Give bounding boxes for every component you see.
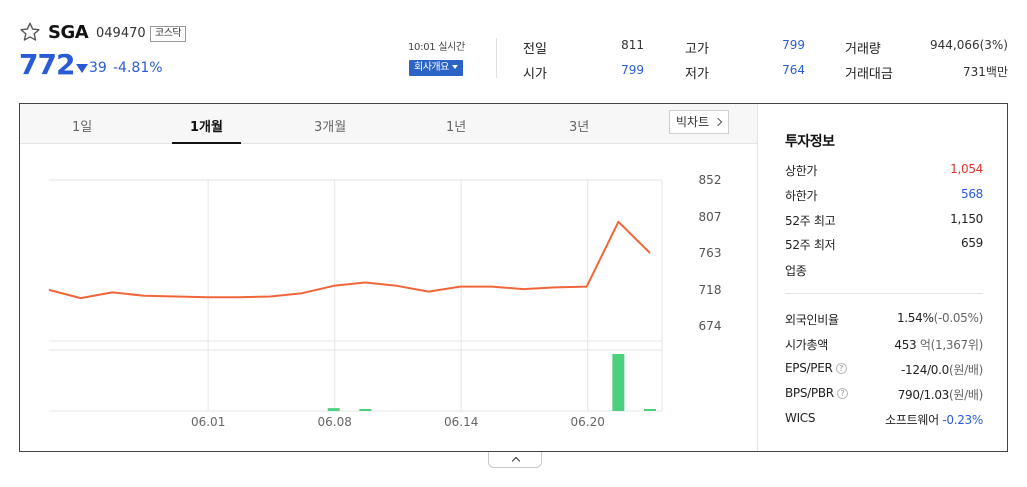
foreign-ratio-number: 1.54% xyxy=(896,311,934,325)
price-change-rate: -4.81% xyxy=(113,60,163,76)
foreign-ratio-change: (-0.05%) xyxy=(933,311,984,325)
market-cap-unit: 억 xyxy=(919,338,931,352)
question-icon[interactable]: ? xyxy=(835,363,847,374)
limit-down-value: 568 xyxy=(960,187,983,201)
market-cap-value: 453 억(1,367위) xyxy=(894,336,983,353)
market-cap-label: 시가총액 xyxy=(785,338,828,352)
wics-label: WICS xyxy=(785,411,816,425)
low-value: 764 xyxy=(782,63,805,77)
bps-pbr-number: 790/1.03 xyxy=(897,388,950,402)
low52-value: 659 xyxy=(960,236,983,250)
y-tick-label: 807 xyxy=(699,210,722,224)
market-cap-rank: (1,367위) xyxy=(930,338,984,352)
star-icon[interactable] xyxy=(19,21,41,43)
high-label: 고가 xyxy=(685,42,709,57)
big-chart-button[interactable]: 빅차트 xyxy=(669,110,729,134)
current-price: 772 xyxy=(19,48,75,81)
wics-change: -0.23% xyxy=(942,413,983,427)
collapse-toggle[interactable] xyxy=(488,452,542,468)
foreign-ratio-value: 1.54%(-0.05%) xyxy=(897,311,983,325)
bps-pbr-label-wrap: BPS/PBR? xyxy=(785,386,848,400)
divider xyxy=(785,293,983,294)
open-label: 시가 xyxy=(523,67,547,82)
wics-value[interactable]: 소프트웨어 -0.23% xyxy=(885,411,983,428)
high52-value: 1,150 xyxy=(950,212,983,226)
prev-close-label: 전일 xyxy=(523,42,547,57)
industry-label[interactable]: 업종 xyxy=(785,262,807,279)
x-tick-label: 06.08 xyxy=(318,415,352,429)
bps-pbr-label: BPS/PBR xyxy=(785,386,834,400)
trade-amount-label: 거래대금 xyxy=(845,67,893,82)
divider xyxy=(496,38,497,78)
x-tick-label: 06.01 xyxy=(191,415,225,429)
foreign-ratio-row: 외국인비율 1.54%(-0.05%) xyxy=(785,311,983,329)
tab-3year[interactable]: 3년 xyxy=(569,116,589,135)
volume-value: 944,066(3%) xyxy=(929,38,1008,52)
market-cap-number: 453 xyxy=(894,338,917,352)
eps-per-unit: (원/배) xyxy=(949,363,983,377)
tab-1year[interactable]: 1년 xyxy=(446,116,466,135)
high52-label: 52주 최고 xyxy=(785,214,836,228)
trade-amount-value: 731백만 xyxy=(963,65,1008,79)
price-change: 39 xyxy=(89,60,107,76)
stock-code: 049470 xyxy=(96,26,146,41)
market-cap-row: 시가총액 453 억(1,367위) xyxy=(785,336,983,354)
down-arrow-icon xyxy=(76,64,88,73)
x-tick-label: 06.20 xyxy=(571,415,605,429)
price-chart[interactable]: 06.01 06.08 06.14 06.20 852 807 763 718 674 xyxy=(20,144,757,451)
bps-pbr-row: BPS/PBR? 790/1.03(원/배) xyxy=(785,386,983,404)
y-tick-label: 852 xyxy=(699,173,722,187)
chevron-right-icon xyxy=(713,117,723,127)
high-value: 799 xyxy=(782,38,805,52)
prev-close-value: 811 xyxy=(621,38,644,52)
y-tick-label: 674 xyxy=(699,319,722,333)
chevron-up-icon xyxy=(511,456,521,466)
y-tick-label: 763 xyxy=(699,246,722,260)
realtime-label: 10:01 실시간 xyxy=(408,42,465,53)
bps-pbr-value: 790/1.03(원/배) xyxy=(897,386,984,403)
foreign-ratio-label: 외국인비율 xyxy=(785,313,839,327)
x-tick-label: 06.14 xyxy=(444,415,478,429)
tab-1day[interactable]: 1일 xyxy=(72,116,92,135)
eps-per-label-wrap: EPS/PER? xyxy=(785,361,847,375)
bps-pbr-unit: (원/배) xyxy=(949,388,983,402)
eps-per-value: -124/0.0(원/배) xyxy=(901,361,983,378)
stock-name: SGA xyxy=(48,22,89,43)
wics-row: WICS 소프트웨어 -0.23% xyxy=(785,411,983,429)
caret-down-icon xyxy=(451,65,458,69)
low52-row: 52주 최저 659 xyxy=(785,236,983,254)
question-icon[interactable]: ? xyxy=(836,388,848,399)
company-overview-label: 회사개요 xyxy=(414,62,449,73)
volume-bar xyxy=(612,354,625,411)
period-tabs: 1일 1개월 3개월 1년 3년 빅차트 xyxy=(20,104,757,144)
volume-bar xyxy=(644,409,656,411)
market-badge: 코스닥 xyxy=(150,26,187,42)
y-tick-label: 718 xyxy=(699,283,722,297)
low-label: 저가 xyxy=(685,67,709,82)
high52-row: 52주 최고 1,150 xyxy=(785,212,983,230)
limit-up-label: 상한가 xyxy=(785,164,818,178)
open-value: 799 xyxy=(621,63,644,77)
wics-industry: 소프트웨어 xyxy=(885,413,939,427)
low52-label: 52주 최저 xyxy=(785,238,836,252)
volume-bar xyxy=(359,409,372,411)
industry-row: 업종 xyxy=(785,262,983,280)
limit-down-label: 하한가 xyxy=(785,189,818,203)
tab-1month[interactable]: 1개월 xyxy=(190,116,223,135)
big-chart-label: 빅차트 xyxy=(676,115,710,129)
chart-panel: 1일 1개월 3개월 1년 3년 빅차트 06.01 06.08 06.14 06.2… xyxy=(19,103,1008,452)
volume-bar xyxy=(327,408,340,411)
limit-up-value: 1,054 xyxy=(950,162,983,176)
company-overview-button[interactable]: 회사개요 xyxy=(409,60,463,76)
limit-up-row: 상한가 1,054 xyxy=(785,162,983,180)
investment-info-title: 투자정보 xyxy=(785,134,835,150)
limit-down-row: 하한가 568 xyxy=(785,187,983,205)
price-line xyxy=(48,220,651,300)
eps-per-row: EPS/PER? -124/0.0(원/배) xyxy=(785,361,983,379)
eps-per-number: -124/0.0 xyxy=(901,363,949,377)
volume-label: 거래량 xyxy=(845,42,881,57)
investment-info: 투자정보 상한가 1,054 하한가 568 52주 최고 1,150 52주 … xyxy=(757,104,1007,451)
eps-per-label: EPS/PER xyxy=(785,361,833,375)
tab-3month[interactable]: 3개월 xyxy=(314,116,346,135)
